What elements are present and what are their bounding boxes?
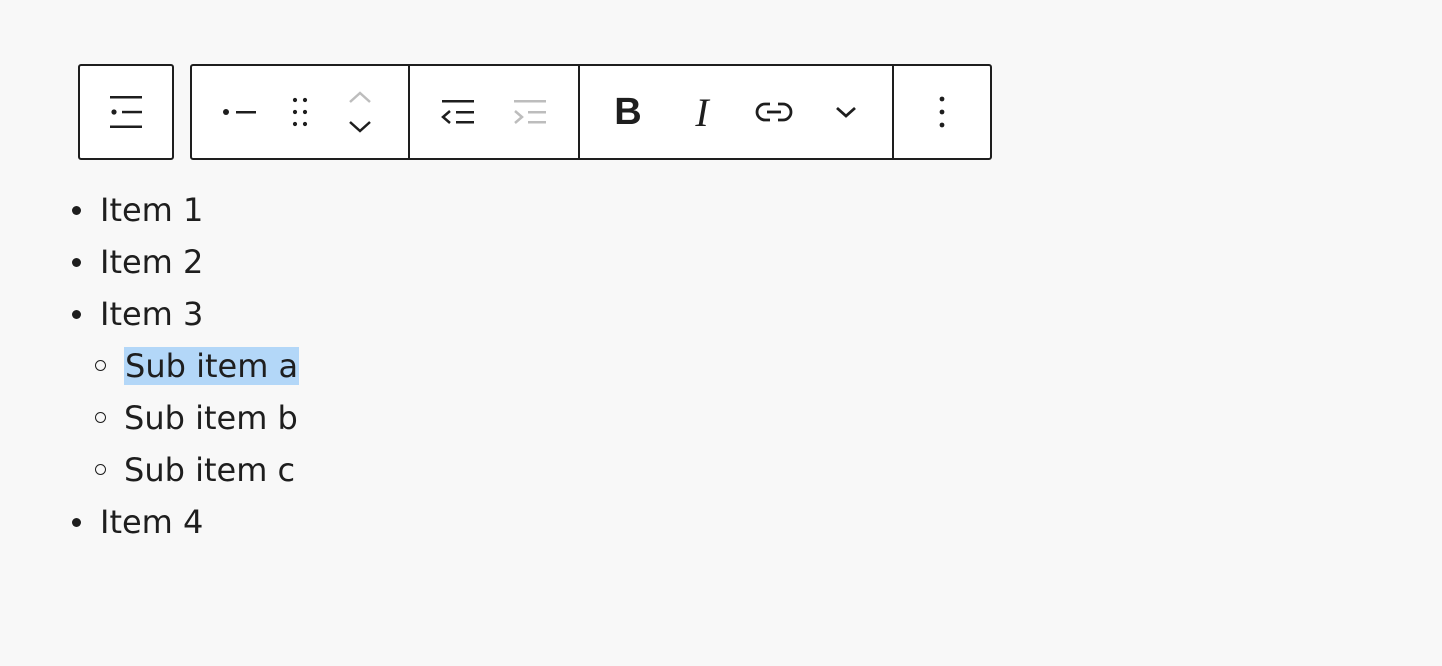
drag-handle-button[interactable] bbox=[288, 66, 312, 158]
sub-list-item-label: Sub item b bbox=[124, 399, 298, 437]
list-item[interactable]: Item 2 bbox=[71, 236, 299, 288]
list-style-button[interactable] bbox=[192, 66, 288, 158]
chevron-down-icon bbox=[836, 106, 856, 118]
drag-handle-icon bbox=[292, 97, 308, 127]
link-button[interactable] bbox=[728, 66, 820, 158]
italic-icon: I bbox=[695, 89, 709, 135]
sub-list-item[interactable]: Sub item a bbox=[94, 340, 300, 392]
select-parent-block-button[interactable] bbox=[78, 64, 174, 160]
bullet-list-icon bbox=[223, 109, 256, 115]
toolbar-main: B I bbox=[190, 64, 992, 160]
outdent-icon bbox=[441, 100, 474, 124]
list-item[interactable]: Item 4 bbox=[71, 496, 299, 548]
toolbar-group-format: B I bbox=[580, 66, 894, 158]
outdent-button[interactable] bbox=[410, 66, 506, 158]
block-toolbar: B I bbox=[78, 64, 992, 160]
bold-button[interactable]: B bbox=[580, 66, 676, 158]
list-item-label: Item 1 bbox=[100, 191, 204, 229]
block-mover bbox=[312, 66, 408, 158]
toolbar-group-options bbox=[894, 66, 990, 158]
sub-list-item-label-selected: Sub item a bbox=[124, 347, 300, 385]
list-item[interactable]: Item 1 bbox=[71, 184, 299, 236]
sub-list-item-label: Sub item c bbox=[124, 451, 296, 489]
more-formatting-button[interactable] bbox=[820, 66, 872, 158]
link-icon bbox=[755, 102, 793, 122]
nested-list[interactable]: Sub item a Sub item b Sub item c bbox=[94, 340, 300, 496]
list-item-label: Item 2 bbox=[100, 243, 204, 281]
options-button[interactable] bbox=[894, 66, 990, 158]
chevron-up-icon bbox=[349, 91, 371, 103]
list-item-label: Item 4 bbox=[100, 503, 204, 541]
move-up-button[interactable] bbox=[348, 82, 372, 112]
list-block-icon bbox=[110, 96, 142, 128]
move-down-button[interactable] bbox=[348, 112, 372, 142]
italic-button[interactable]: I bbox=[676, 66, 728, 158]
list-item-label: Item 3 bbox=[100, 295, 204, 333]
indent-button[interactable] bbox=[506, 66, 554, 158]
sub-list-item[interactable]: Sub item b bbox=[94, 392, 299, 444]
list-item[interactable]: Item 3 Sub item a Sub item b Sub item c bbox=[71, 288, 300, 496]
toolbar-group-block bbox=[192, 66, 410, 158]
list-block[interactable]: Item 1 Item 2 Item 3 Sub item a Sub item… bbox=[0, 184, 300, 548]
more-vertical-icon bbox=[939, 96, 945, 128]
chevron-down-icon bbox=[349, 121, 371, 133]
toolbar-group-indent bbox=[410, 66, 580, 158]
indent-icon bbox=[514, 100, 546, 124]
sub-list-item[interactable]: Sub item c bbox=[94, 444, 299, 496]
bold-icon: B bbox=[614, 90, 642, 133]
